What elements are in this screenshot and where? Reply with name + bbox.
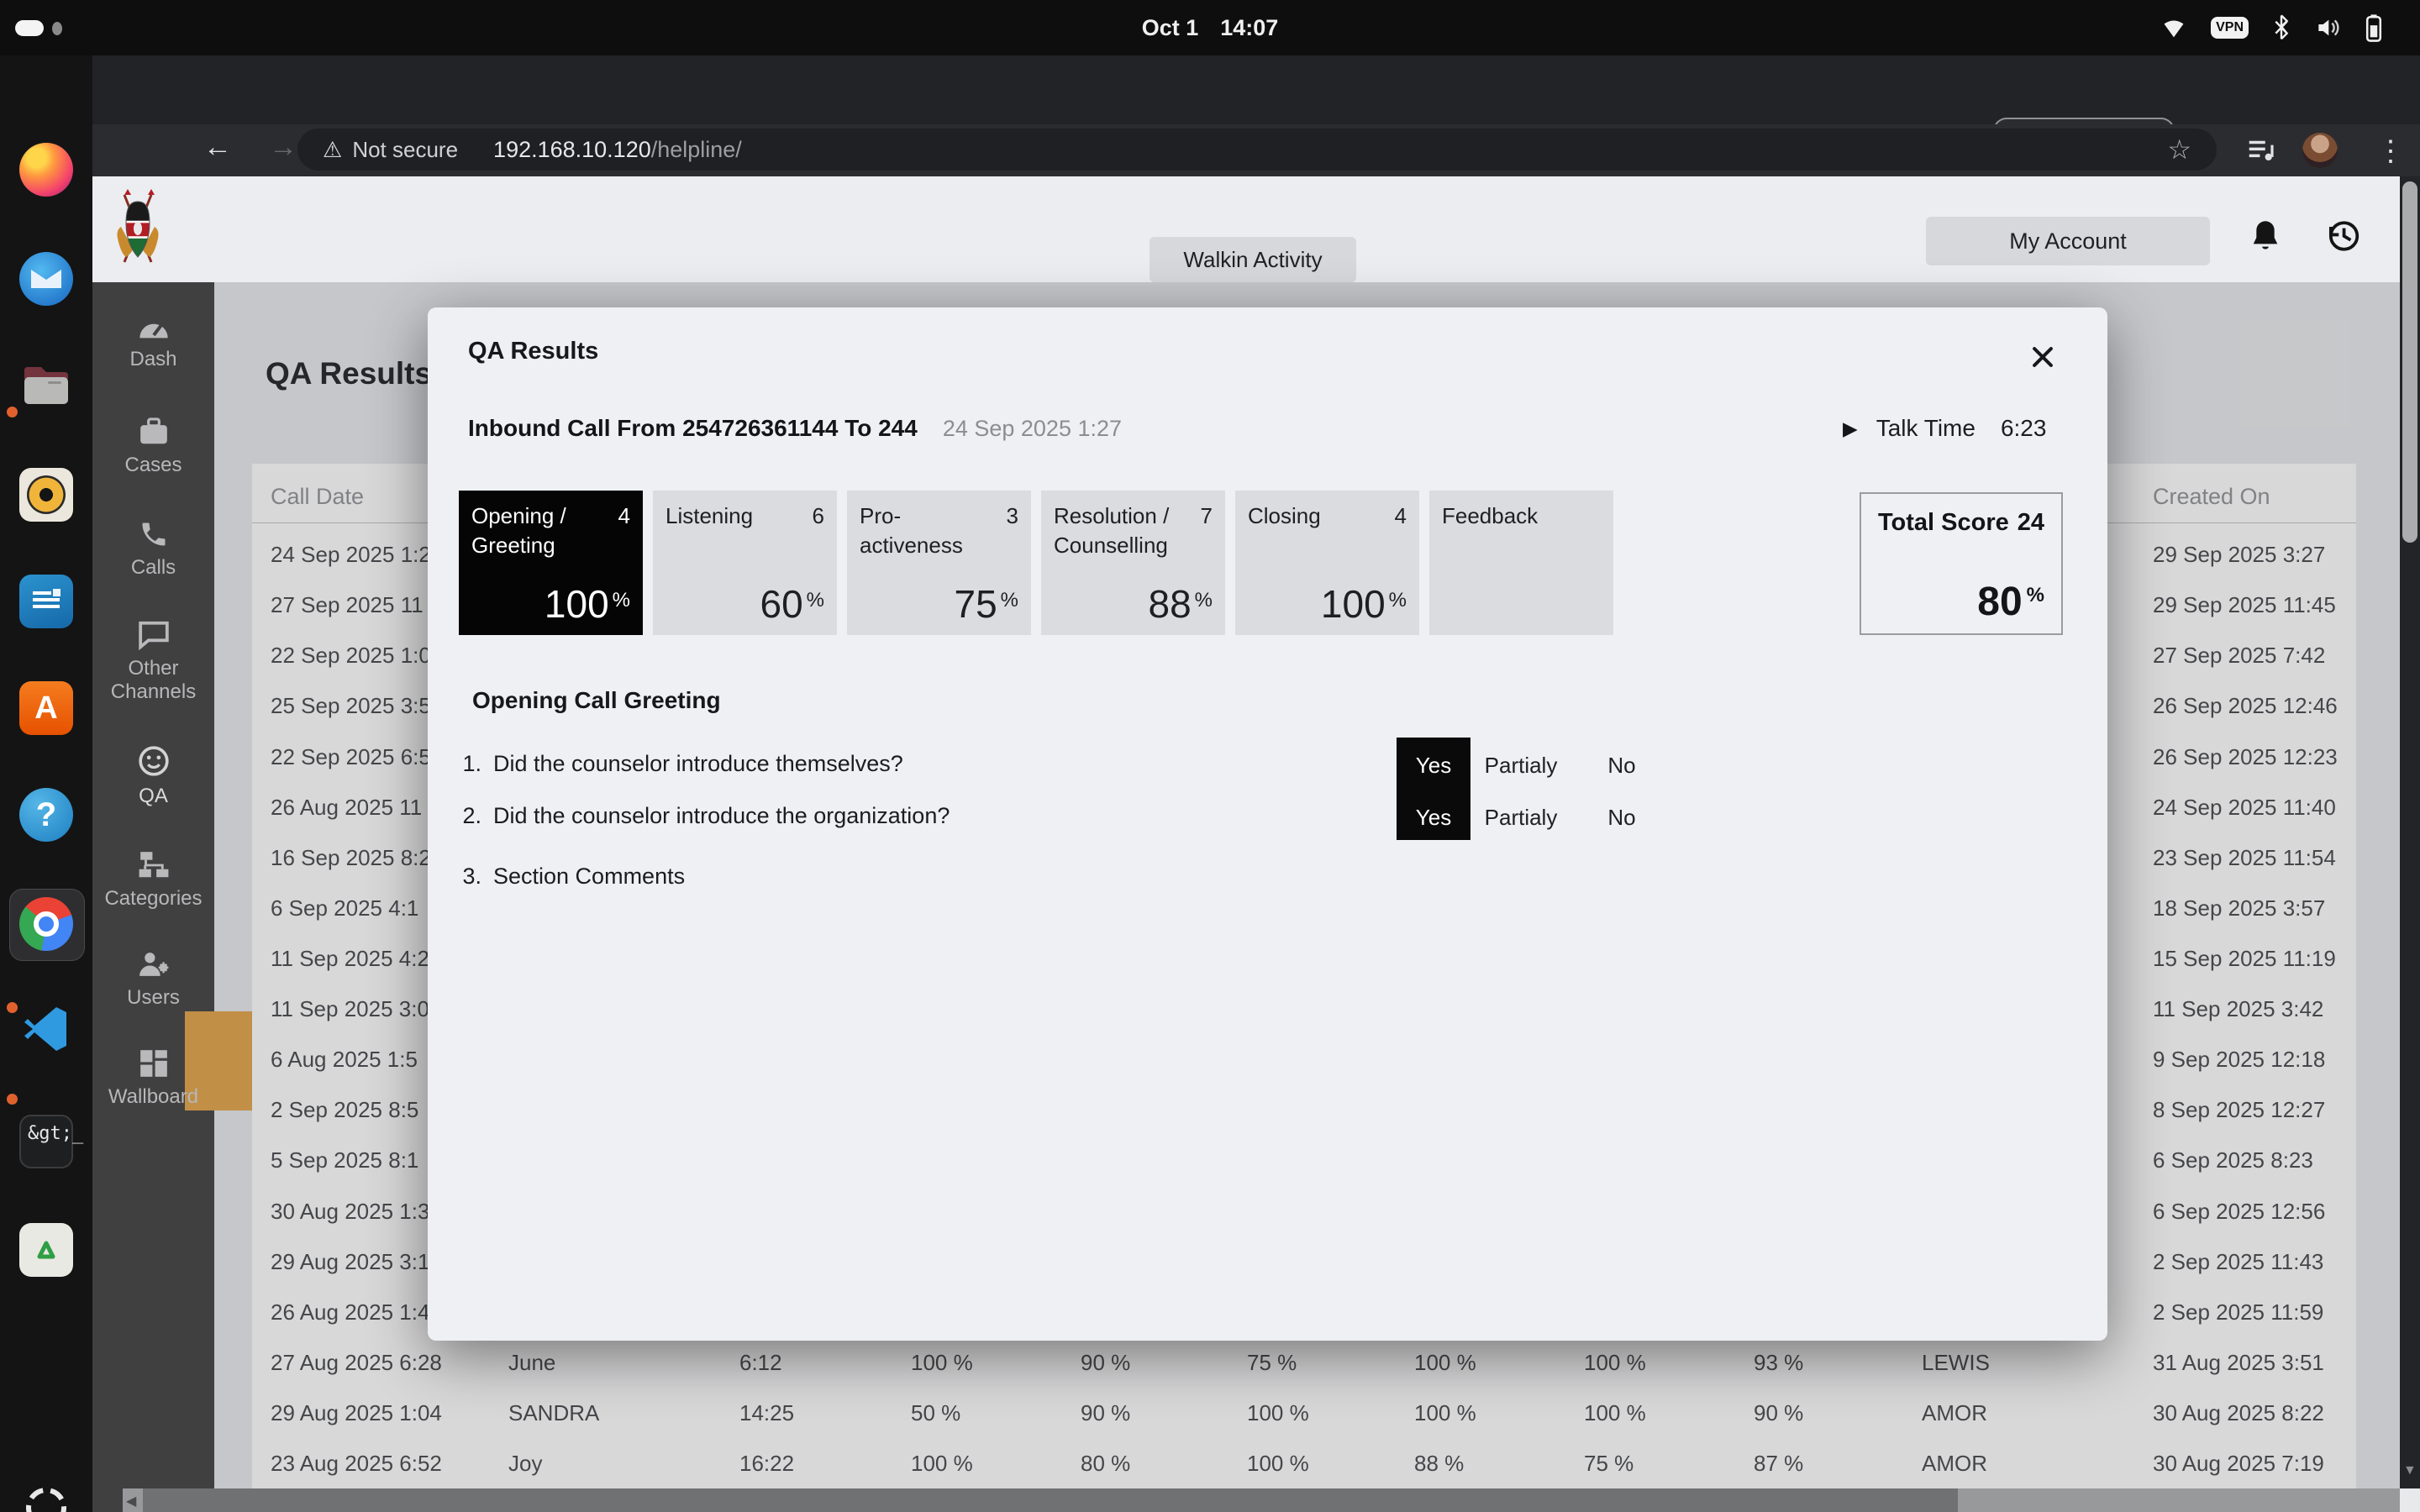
desktop: Oct 1 14:07 VPN [0, 0, 2420, 1512]
card-percent: 60 [760, 582, 802, 626]
vertical-scrollbar-thumb[interactable] [2402, 181, 2417, 543]
answer-yes[interactable]: Yes [1387, 805, 1480, 831]
score-card-resolution-counselling[interactable]: Resolution / Counselling7 88% [1041, 491, 1225, 635]
address-bar[interactable]: ⚠ Not secure 192.168.10.120 /helpline/ ☆ [297, 129, 2217, 171]
bluetooth-icon [2272, 14, 2291, 41]
walkin-activity-button[interactable]: Walkin Activity [1150, 237, 1356, 282]
horizontal-scrollbar-thumb[interactable] [143, 1488, 1958, 1512]
clock-time: 14:07 [1220, 15, 1278, 41]
total-score-box: Total Score 24 80% [1860, 492, 2063, 635]
files-notification-dot [7, 407, 18, 417]
recycle-icon[interactable] [19, 1223, 73, 1277]
not-secure-warning-icon: ⚠ [323, 137, 342, 163]
card-percent: 88 [1148, 582, 1191, 626]
workspace-dot [52, 22, 62, 35]
card-score: 4 [618, 501, 630, 560]
app-header: Walkin Activity My Account [92, 176, 2420, 282]
card-score: 7 [1201, 501, 1213, 560]
browser-tab-strip: Heave × (59) Wha × Google M × Quic [92, 55, 2420, 124]
vscode-icon[interactable] [19, 1002, 73, 1056]
vpn-icon: VPN [2211, 17, 2249, 39]
thunderbird-icon[interactable] [19, 252, 73, 306]
score-card-opening-greeting[interactable]: Opening / Greeting4 100% [459, 491, 643, 635]
score-card-closing[interactable]: Closing4 100% [1235, 491, 1419, 635]
talk-time: ▶ Talk Time 6:23 [1843, 415, 2046, 442]
card-score: 3 [1007, 501, 1018, 560]
terminal-icon[interactable]: &gt;_ [19, 1115, 73, 1168]
call-summary: Inbound Call From 254726361144 To 244 24… [468, 415, 1122, 442]
kenya-coat-of-arms-logo [111, 188, 165, 270]
volume-icon [2314, 14, 2341, 41]
answer-partialy[interactable]: Partialy [1475, 753, 1567, 779]
total-score-label: Total Score [1878, 509, 2009, 537]
bookmark-star-icon[interactable]: ☆ [2167, 134, 2191, 165]
dock: A ? &gt;_ [0, 55, 92, 1512]
terminal-notification-dot [7, 1094, 18, 1105]
system-clock[interactable]: Oct 1 14:07 [0, 0, 2420, 55]
scroll-left-arrow[interactable]: ◀ [126, 1493, 136, 1509]
help-icon[interactable]: ? [19, 788, 73, 842]
back-button[interactable]: ← [203, 131, 232, 164]
talk-time-value: 6:23 [2001, 415, 2047, 442]
section-heading: Opening Call Greeting [472, 687, 721, 714]
system-top-bar: Oct 1 14:07 VPN [0, 0, 2420, 55]
qa-results-modal: QA Results Inbound Call From 25472636114… [428, 307, 2107, 1341]
talk-time-label: Talk Time [1876, 415, 1975, 442]
call-description: Inbound Call From 254726361144 To 244 [468, 415, 918, 442]
battery-icon [2365, 13, 2383, 42]
answer-no[interactable]: No [1576, 753, 1668, 779]
answer-partialy[interactable]: Partialy [1475, 805, 1567, 831]
total-percent: 80 [1977, 580, 2022, 624]
answer-yes[interactable]: Yes [1387, 753, 1480, 779]
card-percent: 100 [1321, 582, 1386, 626]
modal-close-icon[interactable] [2028, 343, 2057, 371]
activities-icon[interactable] [19, 1481, 73, 1512]
files-icon[interactable] [19, 359, 73, 412]
documents-icon[interactable] [19, 575, 73, 628]
notifications-bell-icon[interactable] [2249, 218, 2282, 257]
rhythmbox-icon[interactable] [19, 468, 73, 522]
vscode-notification-dot [7, 1002, 18, 1013]
history-icon[interactable] [2324, 217, 2361, 255]
section-comments-label[interactable]: Section Comments [493, 864, 685, 890]
browser-menu-kebab-icon[interactable]: ⋮ [2376, 134, 2405, 168]
url-host: 192.168.10.120 [493, 137, 651, 163]
system-tray[interactable]: VPN [2160, 0, 2383, 55]
scroll-down-arrow[interactable]: ▼ [2403, 1463, 2417, 1478]
score-card-feedback[interactable]: Feedback [1429, 491, 1613, 635]
card-percent: 100 [544, 582, 609, 626]
modal-title: QA Results [468, 338, 598, 365]
play-icon[interactable]: ▶ [1843, 417, 1858, 440]
wifi-icon [2160, 14, 2187, 41]
clock-date: Oct 1 [1142, 15, 1199, 41]
media-playlist-icon[interactable] [2245, 134, 2277, 166]
profile-avatar[interactable] [2302, 133, 2338, 168]
security-chip[interactable]: Not secure [352, 137, 458, 163]
answer-no[interactable]: No [1576, 805, 1668, 831]
card-score: 4 [1395, 501, 1407, 531]
my-account-button[interactable]: My Account [1926, 217, 2210, 265]
total-score-value: 24 [2018, 509, 2044, 537]
chrome-icon[interactable] [19, 897, 73, 951]
question-text: Did the counselor introduce themselves? [493, 751, 903, 777]
firefox-icon[interactable] [19, 143, 73, 197]
question-text: Did the counselor introduce the organiza… [493, 803, 950, 829]
url-path: /helpline/ [651, 137, 742, 163]
call-datetime: 24 Sep 2025 1:27 [943, 416, 1122, 442]
score-card-listening[interactable]: Listening6 60% [653, 491, 837, 635]
card-percent: 75 [954, 582, 997, 626]
workspace-pill [15, 20, 44, 36]
app-center-icon[interactable]: A [19, 681, 73, 735]
score-card-pro-activeness[interactable]: Pro-activeness3 75% [847, 491, 1031, 635]
card-score: 6 [813, 501, 824, 531]
forward-button[interactable]: → [269, 131, 297, 164]
